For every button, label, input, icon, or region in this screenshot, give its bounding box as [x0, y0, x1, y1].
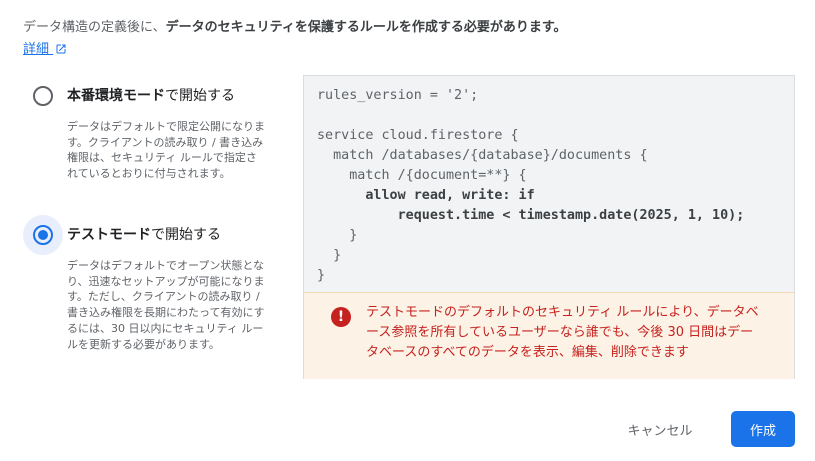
cancel-button[interactable]: キャンセル — [610, 412, 710, 446]
production-mode-option[interactable]: 本番環境モードで開始する データはデフォルトで限定公開になります。クライアントの… — [23, 76, 268, 206]
create-button[interactable]: 作成 — [731, 411, 795, 447]
code-line: } — [317, 268, 326, 283]
production-mode-title-bold: 本番環境モード — [67, 88, 165, 104]
code-line: service cloud.firestore { — [317, 128, 519, 143]
warning-text: テストモードのデフォルトのセキュリティ ルールにより、データベース参照を所有して… — [366, 305, 759, 360]
code-line: } — [317, 248, 342, 263]
test-mode-description: データはデフォルトでオープン状態となり、迅速なセットアップが可能になります。ただ… — [67, 259, 265, 351]
test-mode-radio[interactable] — [23, 215, 63, 255]
radio-checked-icon — [33, 225, 53, 245]
production-mode-radio[interactable] — [23, 76, 63, 116]
test-mode-title[interactable]: テストモードで開始する — [67, 225, 221, 245]
production-mode-title[interactable]: 本番環境モードで開始する — [67, 86, 235, 106]
rules-code: rules_version = '2'; service cloud.fires… — [317, 86, 744, 286]
detail-link[interactable]: 詳細 — [23, 40, 67, 60]
intro-text: データ構造の定義後に、データのセキュリティを保護するルールを作成する必要がありま… — [23, 18, 803, 38]
code-line-highlight: allow read, write: if — [317, 188, 535, 203]
rules-code-panel: rules_version = '2'; service cloud.fires… — [303, 75, 795, 379]
test-mode-title-rest: で開始する — [151, 227, 221, 243]
test-mode-option[interactable]: テストモードで開始する データはデフォルトでオープン状態となり、迅速なセットアッ… — [23, 215, 268, 375]
intro-bold: データのセキュリティを保護するルールを作成する必要があります。 — [165, 20, 567, 35]
code-line: } — [317, 228, 358, 243]
intro-prefix: データ構造の定義後に、 — [23, 20, 166, 35]
test-mode-title-bold: テストモード — [67, 227, 151, 243]
open-in-new-icon — [56, 44, 66, 54]
code-line: match /databases/{database}/documents { — [317, 148, 648, 163]
radio-unchecked-icon — [33, 86, 53, 106]
code-line: match /{document=**} { — [317, 168, 527, 183]
warning-banner: ! テストモードのデフォルトのセキュリティ ルールにより、データベース参照を所有… — [304, 292, 794, 379]
detail-link-label: 詳細 — [23, 42, 50, 57]
code-line: rules_version = '2'; — [317, 88, 479, 103]
production-mode-description: データはデフォルトで限定公開になります。クライアントの読み取り / 書き込み権限… — [67, 120, 265, 181]
code-line-highlight: request.time < timestamp.date(2025, 1, 1… — [317, 208, 745, 223]
error-icon: ! — [331, 307, 351, 327]
production-mode-title-rest: で開始する — [165, 88, 235, 104]
